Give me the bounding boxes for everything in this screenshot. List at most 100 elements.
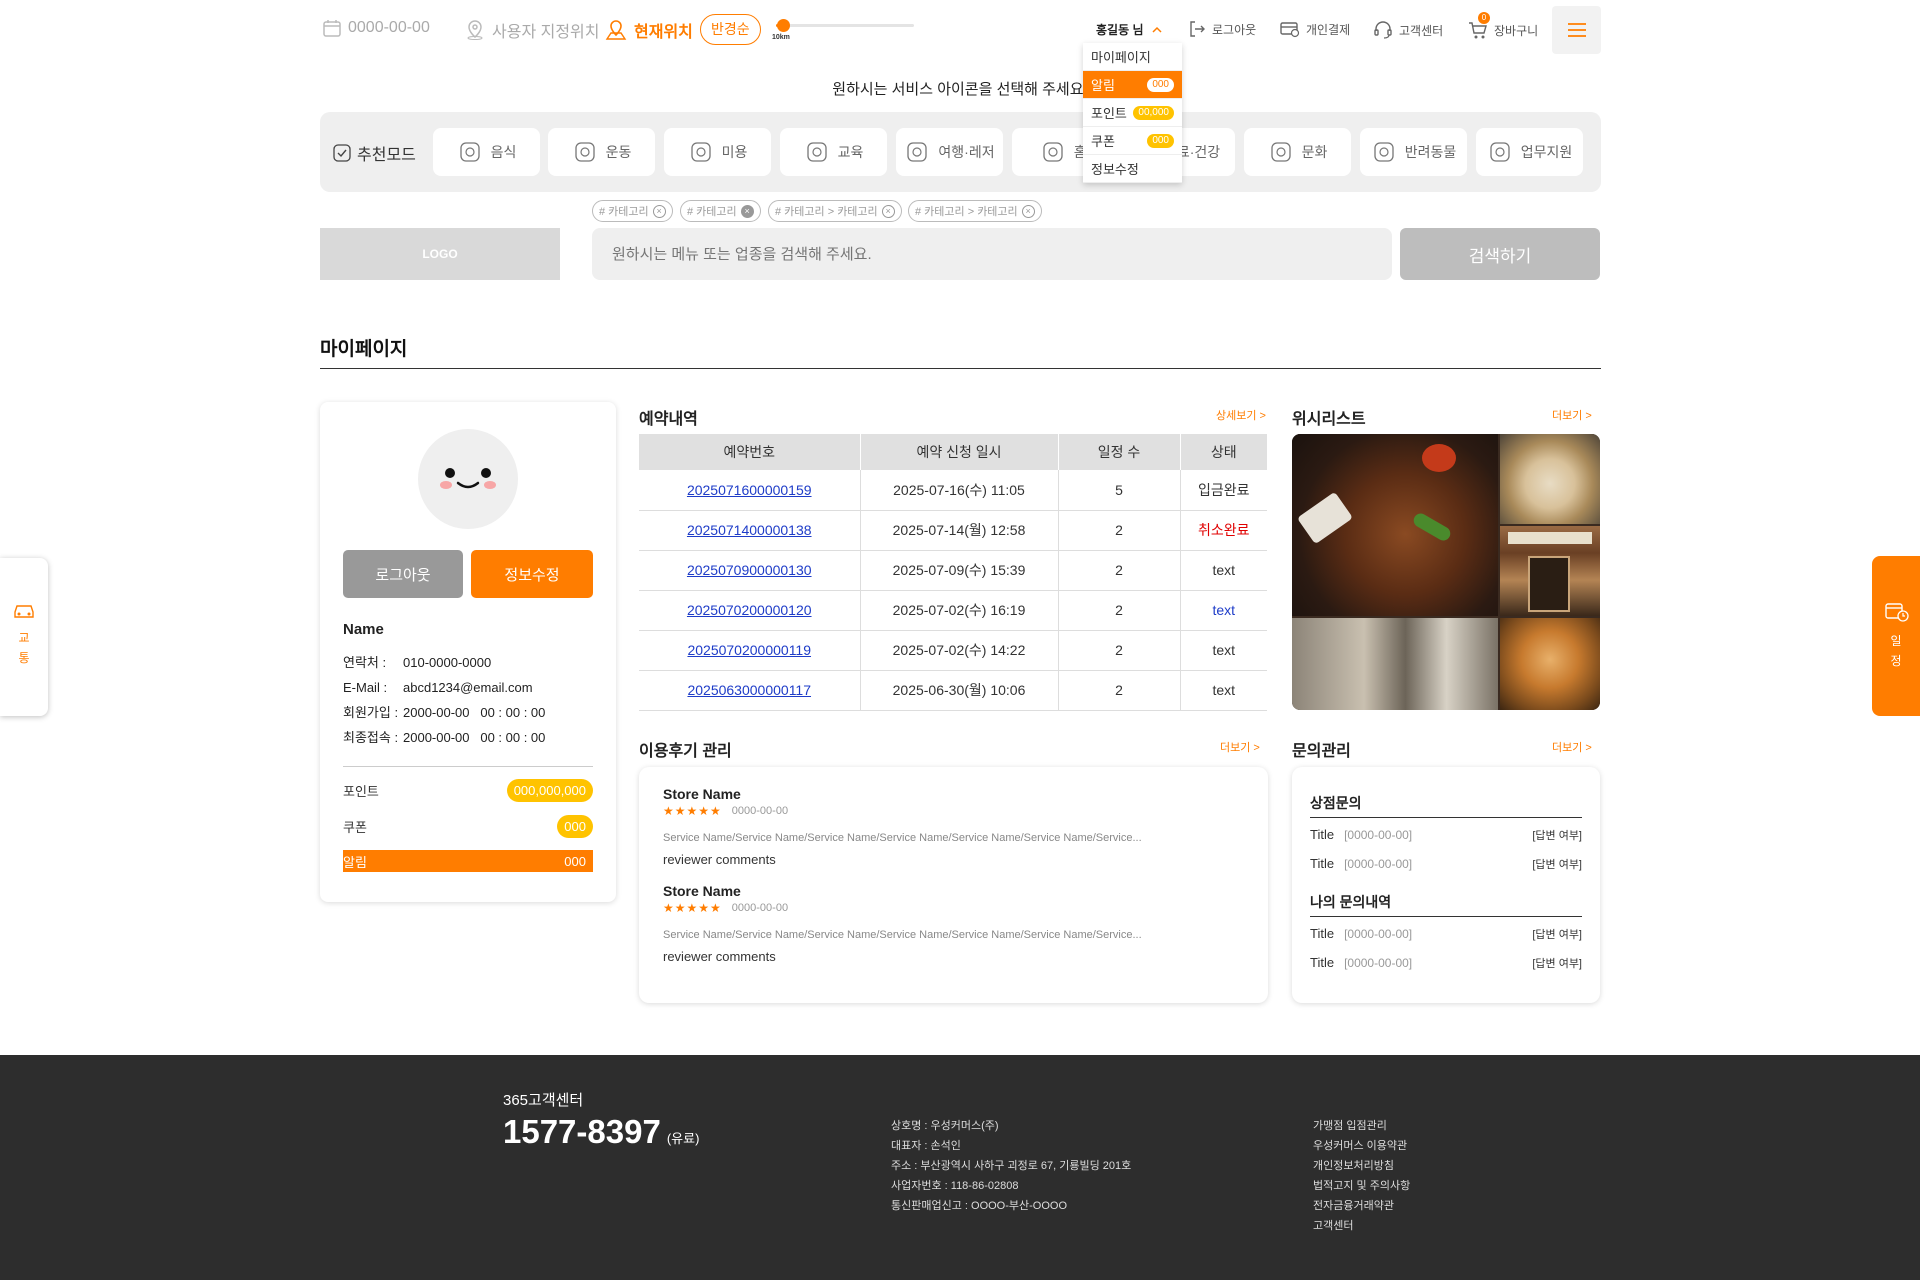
traffic-side-tab[interactable]: 교통 [0,558,48,716]
filter-tag[interactable]: # 카테고리 > 카테고리 × [908,200,1042,222]
current-location-button[interactable]: 현재위치 [604,18,693,42]
logout-link[interactable]: 로그아웃 [1188,20,1256,38]
category-3[interactable]: 미용 [664,128,771,176]
reservation-id-link[interactable]: 2025063000000117 [687,682,811,698]
coupon-row[interactable]: 쿠폰 000 [343,815,593,838]
site-logo[interactable]: LOGO [320,228,560,280]
user-menu-item-3[interactable]: 쿠폰 000 [1083,127,1182,155]
table-row[interactable]: 2025070200000119 2025-07-02(수) 14:22 2 text [639,630,1267,671]
inquiry-row[interactable]: Title [0000-00-00] [답변 여부] [1310,849,1582,878]
category-2[interactable]: 운동 [548,128,655,176]
search-button[interactable]: 검색하기 [1400,228,1600,280]
reservation-id-link[interactable]: 2025071400000138 [687,522,812,538]
filter-tag[interactable]: # 카테고리 × [592,200,673,222]
reservation-id-link[interactable]: 2025071600000159 [687,482,812,498]
table-row[interactable]: 2025070200000120 2025-07-02(수) 16:19 2 text [639,590,1267,631]
profile-field-label: 회원가입 : [343,705,399,720]
calendar-icon [322,18,342,38]
wishlist-item-grill[interactable] [1292,434,1498,616]
footer-company-line: 주소 : 부산광역시 사하구 괴정로 67, 기룡빌딩 201호 [891,1160,1132,1172]
category-8[interactable]: 문화 [1244,128,1351,176]
table-row[interactable]: 2025071600000159 2025-07-16(수) 11:05 5 입금완료 [639,470,1267,511]
profile-name: Name [343,621,384,638]
logout-icon [1188,20,1206,38]
close-icon[interactable]: × [740,204,754,218]
category-1[interactable]: 음식 [433,128,540,176]
personal-payment-link[interactable]: 개인결제 [1280,20,1350,38]
profile-logout-button[interactable]: 로그아웃 [343,550,463,598]
calendar-clock-icon [1884,600,1910,622]
close-icon[interactable]: × [652,204,666,218]
radius-sort-button[interactable]: 반경순 [700,14,761,45]
user-menu-label: 마이페이지 [1091,50,1151,65]
footer-link[interactable]: 우성커머스 이용약관 [1313,1136,1410,1156]
wishlist-more-link[interactable]: 더보기 > [1552,407,1592,423]
review-item[interactable]: Store Name ★★★★★ 0000-00-00 Service Name/Se… [663,786,1253,867]
search-input[interactable] [592,228,1392,280]
distance-slider[interactable]: 10km [772,19,914,43]
table-row[interactable]: 2025070900000130 2025-07-09(수) 15:39 2 text [639,550,1267,591]
hamburger-menu-button[interactable] [1552,6,1601,54]
category-10[interactable]: 업무지원 [1476,128,1583,176]
user-menu-item-0[interactable]: 마이페이지 [1083,43,1182,71]
schedule-side-tab[interactable]: 일정 [1872,556,1920,716]
cart-link[interactable]: 0 장바구니 [1468,12,1538,40]
user-menu-label: 알림 [1091,78,1115,93]
reservation-status-cell: text [1180,670,1267,711]
review-rating-row: ★★★★★ 0000-00-00 [663,804,1253,818]
wishlist-item-pasta[interactable] [1500,434,1600,524]
wishlist-item-bread[interactable] [1500,618,1600,710]
points-row[interactable]: 포인트 000,000,000 [343,779,593,802]
user-menu-toggle[interactable]: 홍길동 님 [1096,21,1162,38]
profile-edit-button[interactable]: 정보수정 [471,550,593,598]
reservations-more-link[interactable]: 상세보기 > [1216,407,1266,423]
filter-tag[interactable]: # 카테고리 > 카테고리 × [768,200,902,222]
review-item[interactable]: Store Name ★★★★★ 0000-00-00 Service Name/Se… [663,883,1253,964]
footer-link[interactable]: 전자금융거래약관 [1313,1196,1410,1216]
inquiry-row[interactable]: Title [0000-00-00] [답변 여부] [1310,919,1582,948]
reservation-date-cell: 2025-07-14(월) 12:58 [860,510,1059,551]
inquiry-row[interactable]: Title [0000-00-00] [답변 여부] [1310,820,1582,849]
recommend-mode-toggle[interactable]: 추천모드 [333,141,416,165]
date-picker[interactable]: 0000-00-00 [322,18,430,38]
table-row[interactable]: 2025063000000117 2025-06-30(월) 10:06 2 text [639,670,1267,711]
user-menu-item-2[interactable]: 포인트 00,000 [1083,99,1182,127]
customer-center-label: 고객센터 [1399,23,1444,38]
inquiry-title: Title [1310,856,1335,871]
table-row[interactable]: 2025071400000138 2025-07-14(월) 12:58 2 취소완료 [639,510,1267,551]
pepper [1411,510,1453,544]
reviews-more-link[interactable]: 더보기 > [1220,739,1260,755]
reservation-id-link[interactable]: 2025070200000119 [687,642,811,658]
footer-link[interactable]: 가맹점 입점관리 [1313,1116,1410,1136]
inquiries-more-link[interactable]: 더보기 > [1552,739,1592,755]
category-4[interactable]: 교육 [780,128,887,176]
user-menu-item-4[interactable]: 정보수정 [1083,155,1182,183]
footer-link[interactable]: 고객센터 [1313,1216,1410,1236]
custom-location-button[interactable]: 사용자 지정위치 [464,18,600,42]
cart-icon: 0 [1468,12,1490,40]
wishlist-item-storefront[interactable] [1500,526,1600,616]
category-5[interactable]: 여행·레저 [896,128,1003,176]
reservation-id-cell: 2025071400000138 [639,510,861,551]
wishlist-item-interior[interactable] [1292,618,1498,710]
ticket-icon [1268,139,1294,165]
alert-row[interactable]: 알림 000 [343,850,593,872]
inquiry-row[interactable]: Title [0000-00-00] [답변 여부] [1310,948,1582,977]
close-icon[interactable]: × [881,204,895,218]
footer-link[interactable]: 법적고지 및 주의사항 [1313,1176,1410,1196]
close-icon[interactable]: × [1021,204,1035,218]
star-rating-icon: ★★★★★ [663,804,722,818]
slider-handle[interactable] [777,19,790,32]
menu-card [1296,491,1354,545]
user-menu-item-1[interactable]: 알림 000 [1083,71,1182,99]
hamburger-icon [1567,22,1586,38]
reservation-id-link[interactable]: 2025070900000130 [687,562,812,578]
customer-center-link[interactable]: 고객센터 [1373,20,1443,40]
filter-tag[interactable]: # 카테고리 × [680,200,761,222]
category-9[interactable]: 반려동물 [1360,128,1467,176]
footer-link[interactable]: 개인정보처리방침 [1313,1156,1410,1176]
coupon-value: 000 [557,815,593,838]
store-inquiry-title: 상점문의 [1310,793,1582,818]
reservation-id-link[interactable]: 2025070200000120 [687,602,812,618]
footer-phone: 1577-8397 [503,1113,661,1150]
